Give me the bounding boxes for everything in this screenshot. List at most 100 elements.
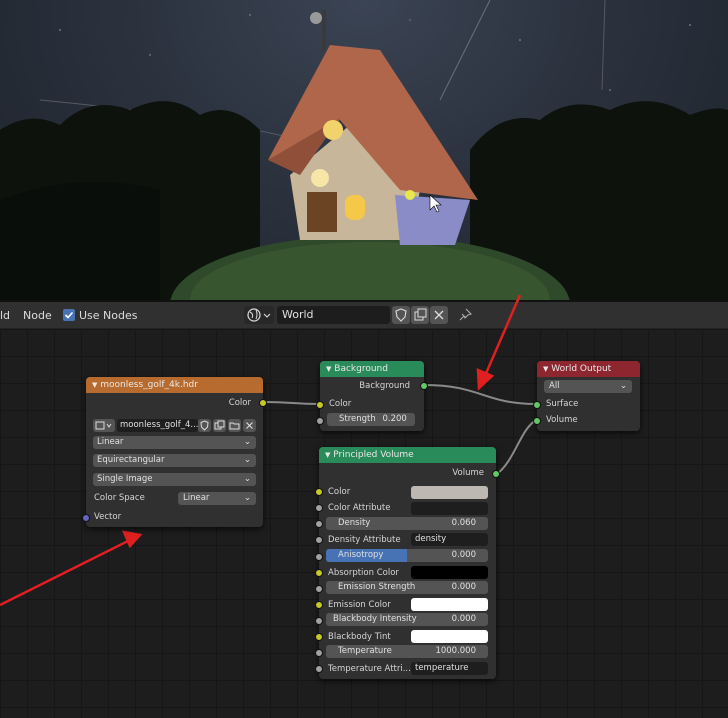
image-unlink-button[interactable] bbox=[243, 419, 256, 432]
principled-volume-title: Principled Volume bbox=[333, 450, 414, 460]
color-attribute-label: Color Attribute bbox=[328, 503, 391, 513]
color-output-socket[interactable] bbox=[259, 399, 267, 407]
color-space-dropdown[interactable]: Linear ⌄ bbox=[178, 492, 256, 505]
collapse-arrow-icon[interactable]: ▼ bbox=[325, 451, 330, 459]
collapse-arrow-icon[interactable]: ▼ bbox=[92, 381, 97, 389]
image-icon bbox=[95, 421, 112, 430]
image-duplicate-button[interactable] bbox=[213, 419, 226, 432]
render-viewport[interactable] bbox=[0, 0, 728, 302]
node-editor-header: ld Node Use Nodes World bbox=[0, 302, 728, 329]
temperature-attribute-socket[interactable] bbox=[315, 665, 323, 673]
blackbody-tint-label: Blackbody Tint bbox=[328, 632, 391, 642]
world-output-node-header[interactable]: ▼ World Output bbox=[537, 361, 640, 377]
emission-strength-socket[interactable] bbox=[315, 585, 323, 593]
absorption-color-swatch[interactable] bbox=[411, 566, 488, 579]
emission-color-swatch[interactable] bbox=[411, 598, 488, 611]
shield-icon bbox=[200, 420, 209, 431]
chevron-down-icon: ⌄ bbox=[243, 493, 251, 503]
blackbody-intensity-label: Blackbody Intensity bbox=[333, 614, 417, 624]
temperature-socket[interactable] bbox=[315, 649, 323, 657]
image-texture-node-header[interactable]: ▼ moonless_golf_4k.hdr bbox=[86, 377, 263, 393]
blackbody-intensity-value: 0.000 bbox=[451, 614, 476, 624]
emission-strength-field[interactable]: Emission Strength 0.000 bbox=[326, 581, 488, 594]
color-attribute-socket[interactable] bbox=[315, 504, 323, 512]
background-node[interactable]: ▼ Background Background Color Strength 0… bbox=[316, 361, 428, 431]
background-color-label: Color bbox=[329, 399, 352, 409]
density-attribute-field[interactable]: density bbox=[411, 533, 488, 546]
close-icon bbox=[246, 422, 253, 429]
blackbody-tint-socket[interactable] bbox=[315, 633, 323, 641]
temperature-attribute-field[interactable]: temperature bbox=[411, 662, 488, 675]
world-browse-button[interactable] bbox=[244, 306, 274, 324]
image-texture-node[interactable]: ▼ moonless_golf_4k.hdr Color moonless_go… bbox=[82, 377, 267, 527]
vector-input-socket[interactable] bbox=[82, 514, 90, 522]
color-attribute-field[interactable] bbox=[411, 502, 488, 515]
density-attribute-socket[interactable] bbox=[315, 536, 323, 544]
anisotropy-socket[interactable] bbox=[315, 553, 323, 561]
close-icon bbox=[434, 310, 444, 320]
temperature-attribute-label: Temperature Attri... bbox=[328, 664, 411, 674]
density-socket[interactable] bbox=[315, 520, 323, 528]
background-output-socket[interactable] bbox=[420, 382, 428, 390]
density-field[interactable]: Density 0.060 bbox=[326, 517, 488, 530]
shield-icon bbox=[395, 308, 407, 322]
collapse-arrow-icon[interactable]: ▼ bbox=[543, 365, 548, 373]
strength-label: Strength bbox=[339, 414, 376, 424]
anisotropy-value: 0.000 bbox=[451, 550, 476, 560]
target-value: All bbox=[549, 381, 560, 391]
projection-dropdown[interactable]: Equirectangular ⌄ bbox=[93, 454, 256, 467]
density-value: 0.060 bbox=[451, 518, 476, 528]
blackbody-intensity-socket[interactable] bbox=[315, 617, 323, 625]
emission-color-socket[interactable] bbox=[315, 601, 323, 609]
temperature-field[interactable]: Temperature 1000.000 bbox=[326, 645, 488, 658]
background-title: Background bbox=[334, 364, 388, 374]
background-node-header[interactable]: ▼ Background bbox=[320, 361, 424, 377]
projection-value: Equirectangular bbox=[97, 455, 165, 465]
image-open-button[interactable] bbox=[228, 419, 241, 432]
interpolation-dropdown[interactable]: Linear ⌄ bbox=[93, 436, 256, 449]
principled-volume-node-header[interactable]: ▼ Principled Volume bbox=[319, 447, 496, 463]
pin-icon bbox=[459, 308, 473, 321]
chevron-down-icon bbox=[263, 313, 271, 318]
anisotropy-label: Anisotropy bbox=[338, 550, 384, 560]
image-name-field[interactable]: moonless_golf_4... bbox=[117, 419, 198, 432]
collapse-arrow-icon[interactable]: ▼ bbox=[326, 365, 331, 373]
strength-field[interactable]: Strength 0.200 bbox=[327, 413, 415, 426]
source-dropdown[interactable]: Single Image ⌄ bbox=[93, 473, 256, 486]
fake-user-button[interactable] bbox=[392, 306, 410, 324]
principled-volume-node[interactable]: ▼ Principled Volume Volume Color Color A… bbox=[315, 447, 500, 679]
volume-input-socket[interactable] bbox=[533, 417, 541, 425]
target-dropdown[interactable]: All ⌄ bbox=[544, 380, 632, 393]
world-icon bbox=[247, 308, 271, 322]
strength-value: 0.200 bbox=[382, 414, 407, 424]
pv-color-socket[interactable] bbox=[315, 488, 323, 496]
emission-strength-label: Emission Strength bbox=[338, 582, 416, 592]
pv-color-swatch[interactable] bbox=[411, 486, 488, 499]
volume-output-socket[interactable] bbox=[492, 470, 500, 478]
use-nodes-checkbox[interactable] bbox=[63, 309, 75, 321]
background-output-label: Background bbox=[359, 381, 410, 391]
blackbody-intensity-field[interactable]: Blackbody Intensity 0.000 bbox=[326, 613, 488, 626]
node-menu[interactable]: Node bbox=[23, 309, 52, 322]
pin-button[interactable] bbox=[456, 306, 474, 324]
strength-input-socket[interactable] bbox=[316, 417, 324, 425]
image-fake-user-button[interactable] bbox=[198, 419, 211, 432]
duplicate-button[interactable] bbox=[411, 306, 429, 324]
source-value: Single Image bbox=[97, 474, 153, 484]
world-output-node[interactable]: ▼ World Output All ⌄ Surface Volume bbox=[533, 361, 640, 431]
unlink-button[interactable] bbox=[430, 306, 448, 324]
menu-item-partial[interactable]: ld bbox=[0, 309, 10, 322]
temperature-label: Temperature bbox=[338, 646, 392, 656]
background-color-input-socket[interactable] bbox=[316, 401, 324, 409]
chevron-down-icon: ⌄ bbox=[243, 437, 251, 447]
chevron-down-icon: ⌄ bbox=[619, 381, 627, 391]
absorption-color-socket[interactable] bbox=[315, 569, 323, 577]
vector-input-label: Vector bbox=[94, 512, 122, 522]
surface-input-socket[interactable] bbox=[533, 401, 541, 409]
duplicate-icon bbox=[414, 308, 427, 321]
folder-icon bbox=[229, 422, 240, 430]
image-browse-button[interactable] bbox=[93, 419, 115, 432]
world-name-field[interactable]: World bbox=[277, 306, 390, 324]
anisotropy-slider[interactable]: Anisotropy 0.000 bbox=[326, 549, 488, 562]
blackbody-tint-swatch[interactable] bbox=[411, 630, 488, 643]
